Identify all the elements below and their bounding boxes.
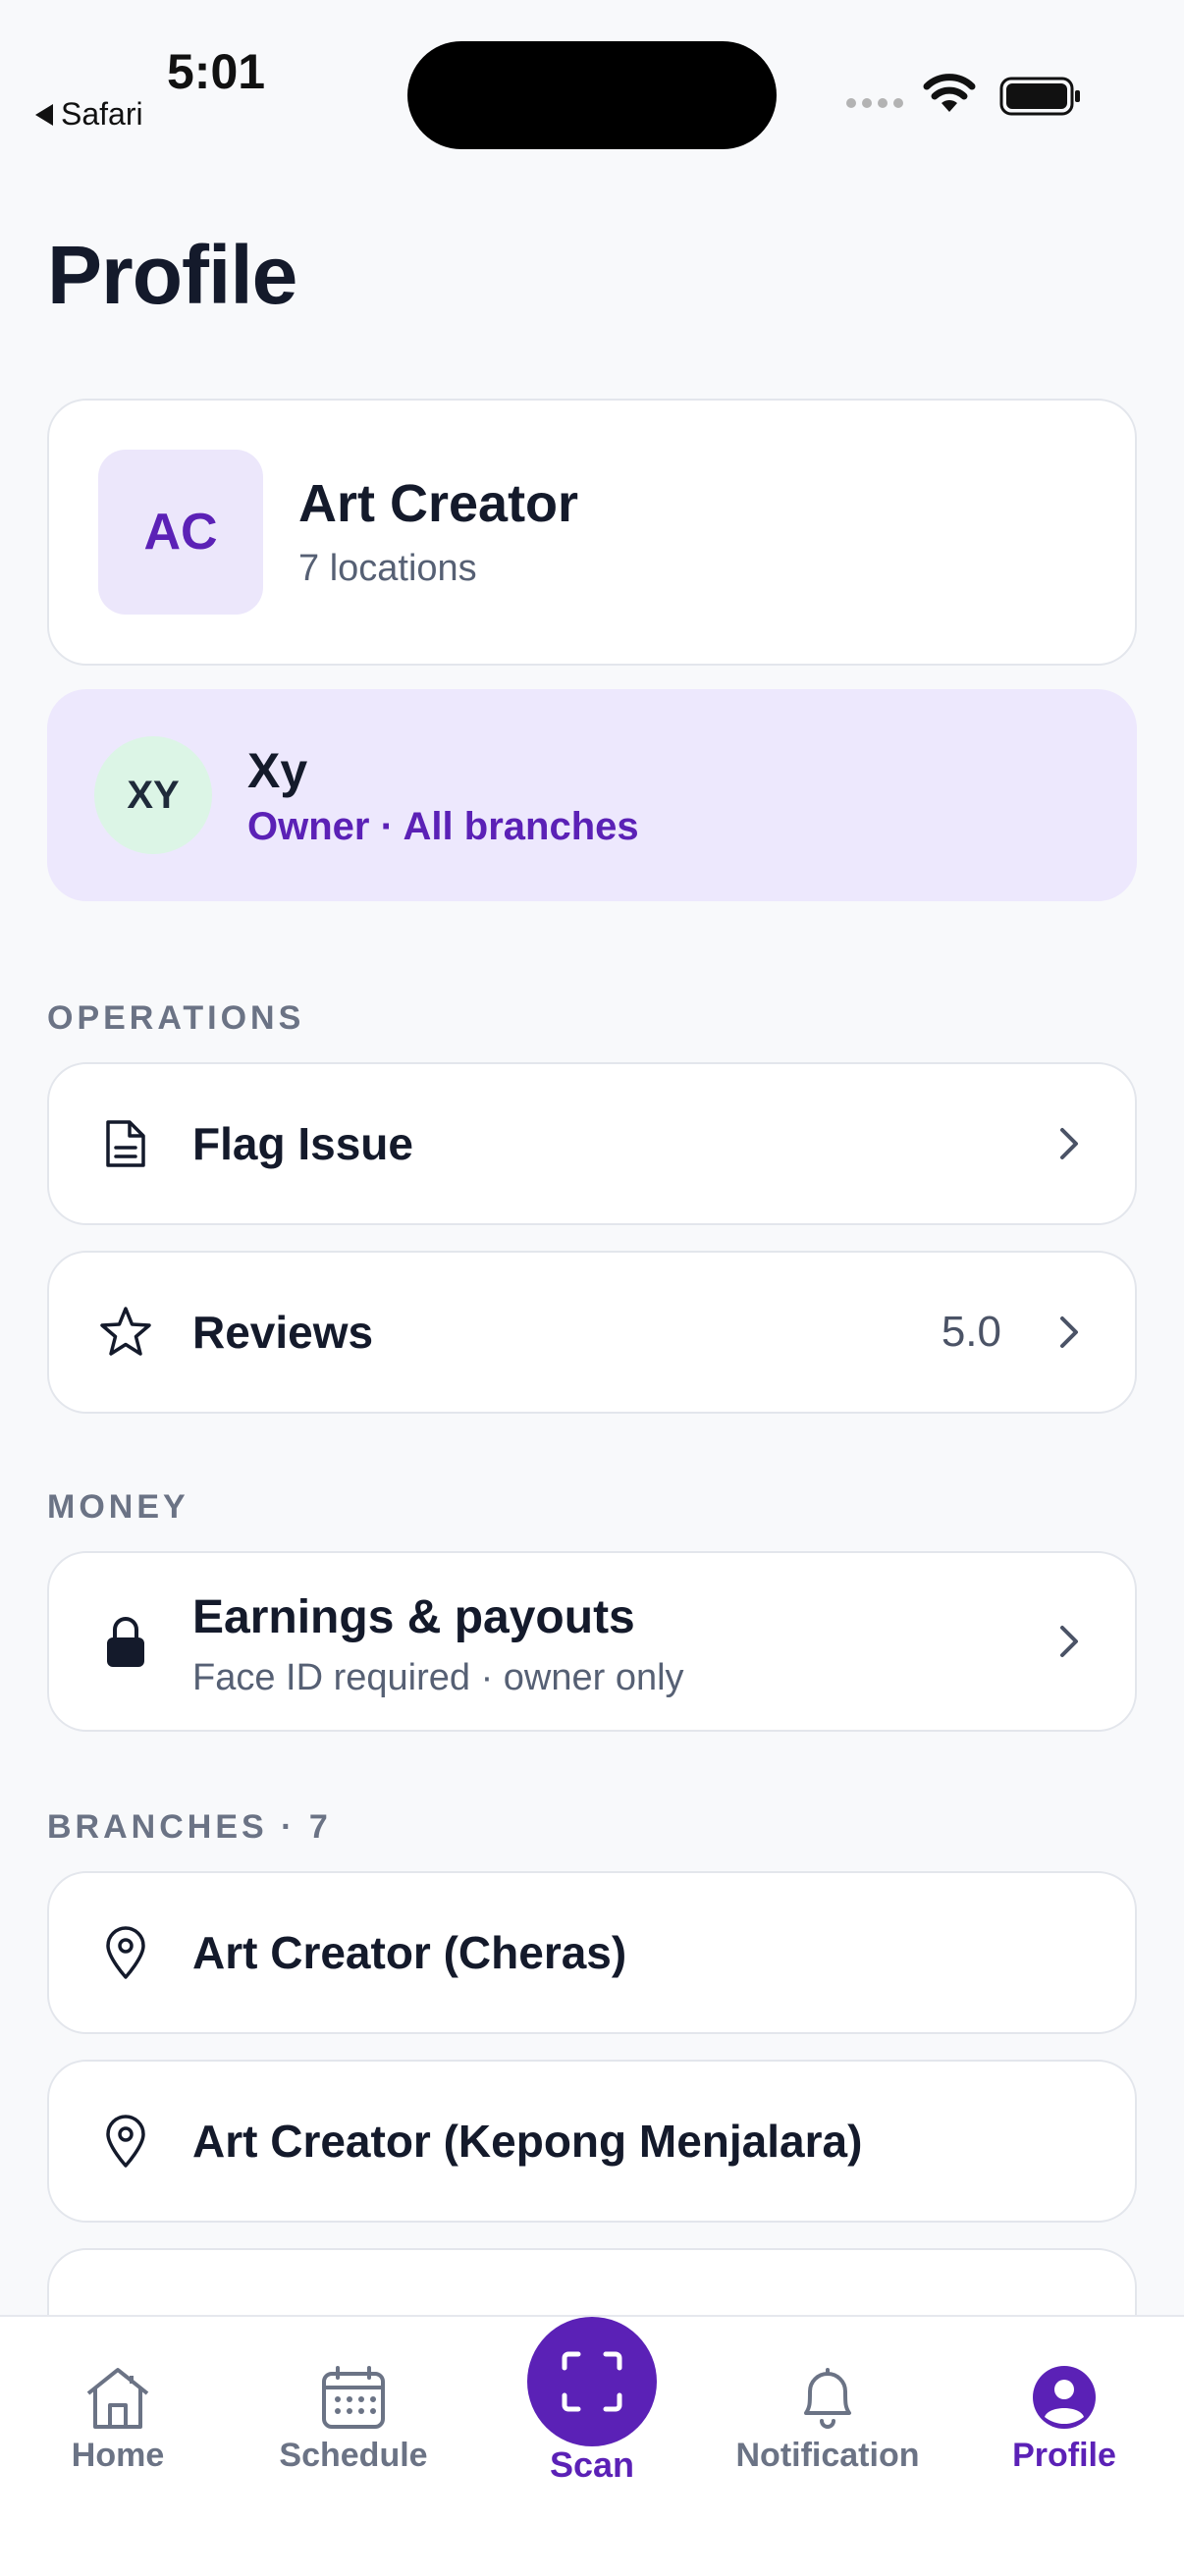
reviews-rating: 5.0 — [941, 1308, 1001, 1356]
section-label-operations: OPERATIONS — [47, 999, 305, 1037]
tab-schedule-label: Schedule — [279, 2437, 428, 2474]
chevron-right-icon — [1060, 1316, 1078, 1348]
section-label-money: MONEY — [47, 1488, 189, 1526]
business-name: Art Creator — [298, 474, 579, 533]
earnings-payouts-row[interactable]: Earnings & payouts Face ID required · ow… — [47, 1551, 1137, 1732]
battery-icon — [999, 77, 1080, 116]
flag-issue-label: Flag Issue — [192, 1118, 413, 1169]
user-card[interactable]: XY Xy Owner · All branches — [47, 689, 1137, 901]
tab-home-label: Home — [71, 2437, 165, 2474]
branch-row[interactable]: Art Creator (Cheras) — [47, 1871, 1137, 2034]
earnings-subtitle: Face ID required · owner only — [192, 1657, 684, 1698]
tab-profile-label: Profile — [1012, 2437, 1116, 2474]
section-label-branches: BRANCHES · 7 — [47, 1808, 332, 1846]
earnings-title: Earnings & payouts — [192, 1591, 635, 1643]
flag-issue-row[interactable]: Flag Issue — [47, 1062, 1137, 1225]
lock-icon — [98, 1614, 153, 1669]
reviews-label: Reviews — [192, 1307, 374, 1358]
dynamic-island — [407, 41, 777, 149]
tab-notification[interactable]: Notification — [729, 2364, 926, 2475]
branch-name: Art Creator (Cheras) — [192, 1927, 627, 1978]
back-arrow-icon — [35, 103, 53, 126]
back-app-label: Safari — [61, 96, 143, 132]
star-icon — [98, 1305, 153, 1360]
tab-scan-label: Scan — [549, 2444, 635, 2485]
status-time: 5:01 — [167, 44, 266, 99]
reviews-row[interactable]: Reviews 5.0 — [47, 1251, 1137, 1414]
scan-icon — [562, 2351, 622, 2412]
branch-row[interactable]: Art Creator (Kepong Menjalara) — [47, 2060, 1137, 2223]
map-pin-icon — [98, 1925, 153, 1980]
bell-icon — [804, 2368, 851, 2429]
scan-button[interactable] — [527, 2317, 657, 2446]
back-to-safari-link[interactable]: Safari — [35, 96, 143, 133]
calendar-icon — [322, 2366, 385, 2429]
user-avatar: XY — [94, 736, 212, 854]
business-locations-count: 7 locations — [298, 548, 477, 589]
tab-home[interactable]: Home — [20, 2364, 216, 2475]
user-role: Owner · All branches — [247, 805, 639, 848]
chevron-right-icon — [1060, 1128, 1078, 1159]
tab-profile[interactable]: Profile — [966, 2364, 1162, 2475]
user-name: Xy — [247, 743, 308, 798]
branch-name: Art Creator (Kepong Menjalara) — [192, 2116, 863, 2167]
tab-schedule[interactable]: Schedule — [255, 2364, 452, 2475]
home-icon — [86, 2368, 149, 2429]
wifi-icon — [923, 74, 976, 112]
cellular-signal-icon — [846, 98, 903, 108]
tab-notification-label: Notification — [735, 2437, 920, 2474]
business-card[interactable]: AC Art Creator 7 locations — [47, 399, 1137, 666]
page-title: Profile — [47, 229, 297, 321]
map-pin-icon — [98, 2114, 153, 2169]
document-icon — [98, 1116, 153, 1171]
user-circle-icon — [1033, 2366, 1096, 2429]
chevron-right-icon — [1060, 1626, 1078, 1657]
business-avatar: AC — [98, 450, 263, 615]
